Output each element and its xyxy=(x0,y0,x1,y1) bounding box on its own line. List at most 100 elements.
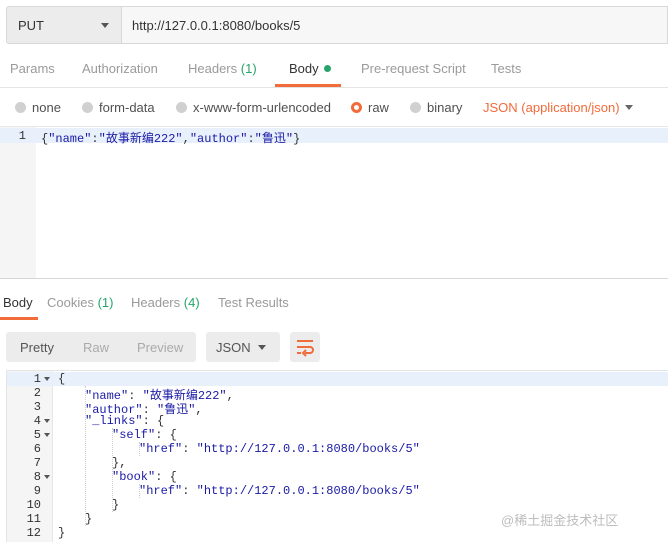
url-input[interactable]: http://127.0.0.1:8080/books/5 xyxy=(122,6,668,44)
code-token: : { xyxy=(155,470,177,484)
tab-label: Cookies xyxy=(47,295,94,310)
tab-body[interactable]: Body xyxy=(289,61,331,76)
response-tabs: Body Cookies (1) Headers (4) Test Result… xyxy=(0,279,668,321)
code-line: 1{ xyxy=(7,372,668,386)
method-label: PUT xyxy=(18,18,44,33)
code-token: : xyxy=(182,442,197,456)
code-token: : xyxy=(247,132,255,146)
radio-none[interactable]: none xyxy=(15,100,61,115)
code-text: { xyxy=(58,372,65,386)
fold-arrow-icon[interactable] xyxy=(44,433,50,437)
tab-params[interactable]: Params xyxy=(10,61,55,76)
radio-form-data[interactable]: form-data xyxy=(82,100,155,115)
code-token: "http://127.0.0.1:8080/books/5" xyxy=(196,442,420,456)
radio-label: raw xyxy=(368,100,389,115)
fold-arrow-icon[interactable] xyxy=(44,475,50,479)
code-token: : { xyxy=(155,428,177,442)
code-line: 7}, xyxy=(7,456,668,470)
fold-arrow-icon[interactable] xyxy=(44,377,50,381)
line-number: 9 xyxy=(33,484,41,498)
tab-label: Body xyxy=(3,295,33,310)
code-line: 2 "name": "故事新编222", xyxy=(7,386,668,403)
code-token: "href" xyxy=(139,484,183,498)
request-tabs: Params Authorization Headers (1) Body Pr… xyxy=(0,50,668,88)
tab-count-badge: (4) xyxy=(183,295,200,310)
indent-guide xyxy=(112,428,113,512)
raw-button[interactable]: Raw xyxy=(83,340,109,355)
radio-label: x-www-form-urlencoded xyxy=(193,100,331,115)
radio-circle-icon xyxy=(410,102,421,113)
code-token: "self" xyxy=(112,428,156,442)
indent-guide xyxy=(139,484,140,498)
code-token: { xyxy=(58,372,66,386)
code-text: } xyxy=(58,526,65,540)
code-text: } xyxy=(112,498,119,512)
raw-format-select[interactable]: JSON (application/json) xyxy=(483,100,620,115)
method-select[interactable]: PUT xyxy=(6,6,122,44)
watermark: @稀土掘金技术社区 xyxy=(501,513,619,528)
radio-x-www-form-urlencoded[interactable]: x-www-form-urlencoded xyxy=(176,100,331,115)
tab-label: Pre-request Script xyxy=(361,61,466,76)
code-token: "book" xyxy=(112,470,156,484)
code-line: 4 "_links": { xyxy=(7,414,668,428)
code-token: : xyxy=(91,132,99,146)
line-number: 4 xyxy=(33,414,41,428)
tab-pre-request-script[interactable]: Pre-request Script xyxy=(361,61,466,76)
tab-label: Tests xyxy=(491,61,522,76)
tab-tests[interactable]: Tests xyxy=(491,61,521,76)
radio-binary[interactable]: binary xyxy=(410,100,462,115)
line-number: 6 xyxy=(33,442,41,456)
chevron-down-icon xyxy=(258,345,266,350)
code-token: "故事新编222" xyxy=(98,132,183,146)
tab-response-body[interactable]: Body xyxy=(3,295,33,310)
modified-dot-icon xyxy=(323,65,331,72)
indent-guide xyxy=(139,442,140,456)
chevron-down-icon[interactable] xyxy=(625,105,633,110)
request-body-code: {"name":"故事新编222","author":"鲁迅"} xyxy=(41,129,300,146)
tab-test-results[interactable]: Test Results xyxy=(218,295,289,310)
view-mode-group: Pretty Raw Preview xyxy=(6,332,196,362)
tab-label: Params xyxy=(10,61,55,76)
code-token: "鲁迅" xyxy=(254,132,294,146)
wrap-lines-button[interactable] xyxy=(290,332,320,362)
code-token: "_links" xyxy=(85,414,143,428)
preview-button[interactable]: Preview xyxy=(137,340,183,355)
pretty-button[interactable]: Pretty xyxy=(20,340,54,355)
line-number: 1 xyxy=(33,372,41,386)
line-number: 1 xyxy=(18,129,26,143)
tab-label: Headers xyxy=(131,295,181,310)
code-token: "href" xyxy=(139,442,183,456)
code-line: 6 "href": "http://127.0.0.1:8080/books/5" xyxy=(7,442,668,456)
tab-label: Test Results xyxy=(218,295,289,310)
line-number: 11 xyxy=(26,512,41,526)
line-number: 5 xyxy=(33,428,41,442)
radio-label: none xyxy=(32,100,61,115)
code-token: "author" xyxy=(189,132,248,146)
radio-circle-icon xyxy=(82,102,93,113)
line-number: 10 xyxy=(26,498,41,512)
code-token: , xyxy=(182,132,190,146)
code-token: } xyxy=(85,512,93,526)
tab-authorization[interactable]: Authorization xyxy=(82,61,158,76)
tab-cookies[interactable]: Cookies (1) xyxy=(47,295,113,310)
radio-raw[interactable]: raw xyxy=(351,100,389,115)
code-text: "_links": { xyxy=(85,414,164,428)
request-body-editor[interactable]: 1 {"name":"故事新编222","author":"鲁迅"} xyxy=(0,126,668,279)
code-token: : { xyxy=(142,414,165,428)
radio-circle-icon xyxy=(176,102,187,113)
wrap-lines-icon xyxy=(297,340,314,357)
fold-arrow-icon[interactable] xyxy=(44,419,50,423)
tab-headers[interactable]: Headers (1) xyxy=(188,61,257,76)
tab-count-badge: (1) xyxy=(97,295,114,310)
response-format-select[interactable]: JSON xyxy=(206,332,280,362)
chevron-down-icon xyxy=(101,23,109,28)
line-number: 3 xyxy=(33,400,41,414)
tab-label: Authorization xyxy=(82,61,158,76)
url-value: http://127.0.0.1:8080/books/5 xyxy=(132,18,301,33)
body-type-options: none form-data x-www-form-urlencoded raw… xyxy=(0,88,668,126)
radio-label: form-data xyxy=(99,100,155,115)
tab-response-headers[interactable]: Headers (4) xyxy=(131,295,200,310)
code-text: "href": "http://127.0.0.1:8080/books/5" xyxy=(139,442,420,456)
tab-label: Headers xyxy=(188,61,238,76)
code-text: }, xyxy=(112,456,126,470)
